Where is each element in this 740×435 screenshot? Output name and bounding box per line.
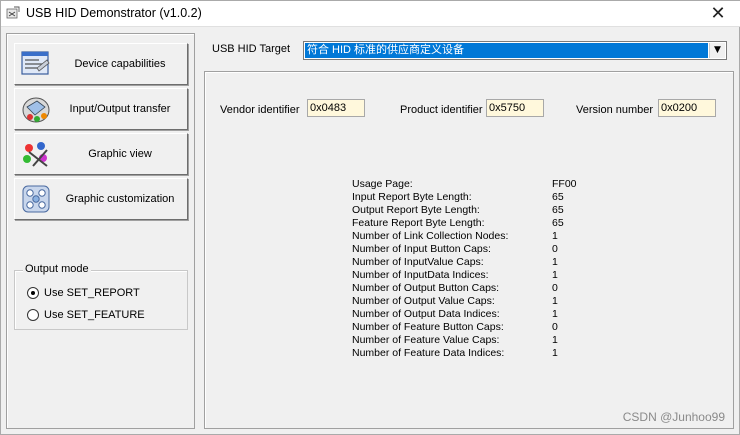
hid-target-selected: 符合 HID 标准的供应商定义设备 — [305, 43, 708, 58]
capability-key: Number of InputData Indices: — [352, 269, 489, 281]
device-capabilities-button[interactable]: Device capabilities — [14, 43, 188, 85]
chevron-down-icon[interactable]: ▼ — [709, 43, 725, 58]
graphic-view-button[interactable]: Graphic view — [14, 133, 188, 175]
capability-row: Usage Page: FF00 — [352, 178, 612, 191]
capability-value: 65 — [552, 191, 564, 203]
capability-row: Number of Output Value Caps: 1 — [352, 295, 612, 308]
app-window: USB HID Demonstrator (v1.0.2) ✕ Device c… — [0, 0, 740, 435]
capability-value: 1 — [552, 269, 558, 281]
navigation-panel: Device capabilities Input/Output transfe… — [6, 33, 195, 429]
capability-row: Number of Output Data Indices: 1 — [352, 308, 612, 321]
input-output-transfer-button[interactable]: Input/Output transfer — [14, 88, 188, 130]
graphic-customization-icon — [22, 185, 50, 213]
capability-key: Usage Page: — [352, 178, 413, 190]
graphic-customization-label: Graphic customization — [65, 193, 175, 205]
graphic-view-icon — [23, 142, 48, 167]
set-feature-radio[interactable] — [27, 309, 39, 321]
title-bar: USB HID Demonstrator (v1.0.2) ✕ — [1, 1, 740, 27]
capability-value: 1 — [552, 308, 558, 320]
hid-target-label: USB HID Target — [212, 43, 291, 55]
capability-key: Number of Input Button Caps: — [352, 243, 491, 255]
capability-key: Number of Output Button Caps: — [352, 282, 500, 294]
set-report-radio[interactable] — [27, 287, 39, 299]
capability-row: Number of Feature Button Caps: 0 — [352, 321, 612, 334]
capability-value: 1 — [552, 295, 558, 307]
capability-value: 65 — [552, 204, 564, 216]
capability-key: Number of Link Collection Nodes: — [352, 230, 509, 242]
capability-key: Input Report Byte Length: — [352, 191, 472, 203]
capability-row: Number of Input Button Caps: 0 — [352, 243, 612, 256]
set-feature-label: Use SET_FEATURE — [44, 309, 145, 321]
capability-value: 1 — [552, 334, 558, 346]
capability-row: Input Report Byte Length: 65 — [352, 191, 612, 204]
capability-key: Output Report Byte Length: — [352, 204, 480, 216]
capability-value: 1 — [552, 230, 558, 242]
capability-row: Number of InputData Indices: 1 — [352, 269, 612, 282]
set-report-option[interactable]: Use SET_REPORT — [27, 285, 140, 301]
set-feature-option[interactable]: Use SET_FEATURE — [27, 307, 145, 323]
hid-target-dropdown[interactable]: 符合 HID 标准的供应商定义设备 ▼ — [303, 41, 727, 60]
product-id-field[interactable]: 0x5750 — [486, 99, 544, 117]
capability-key: Number of Output Data Indices: — [352, 308, 500, 320]
capability-row: Number of Feature Value Caps: 1 — [352, 334, 612, 347]
capability-key: Number of Feature Button Caps: — [352, 321, 504, 333]
device-info-panel: Vendor identifier 0x0483 Product identif… — [204, 71, 734, 429]
output-mode-group: Output mode Use SET_REPORT Use SET_FEATU… — [14, 263, 188, 330]
capability-key: Number of Feature Value Caps: — [352, 334, 500, 346]
set-report-label: Use SET_REPORT — [44, 287, 140, 299]
input-output-transfer-label: Input/Output transfer — [69, 103, 171, 115]
graphic-view-label: Graphic view — [88, 148, 152, 160]
capability-value: FF00 — [552, 178, 577, 190]
version-number-label: Version number — [576, 104, 654, 116]
capability-value: 65 — [552, 217, 564, 229]
device-capabilities-label: Device capabilities — [74, 58, 166, 70]
capability-row: Feature Report Byte Length: 65 — [352, 217, 612, 230]
capability-key: Number of Feature Data Indices: — [352, 347, 505, 359]
capability-row: Output Report Byte Length: 65 — [352, 204, 612, 217]
capability-key: Number of Output Value Caps: — [352, 295, 495, 307]
window-title: USB HID Demonstrator (v1.0.2) — [26, 6, 202, 20]
capability-value: 0 — [552, 282, 558, 294]
capability-value: 0 — [552, 243, 558, 255]
input-output-transfer-icon — [22, 97, 50, 123]
vendor-id-label: Vendor identifier — [220, 104, 300, 116]
app-icon — [6, 6, 20, 19]
graphic-customization-button[interactable]: Graphic customization — [14, 178, 188, 220]
device-capabilities-icon — [21, 51, 50, 75]
capability-key: Feature Report Byte Length: — [352, 217, 485, 229]
capability-value: 1 — [552, 256, 558, 268]
hid-target-bar: USB HID Target 符合 HID 标准的供应商定义设备 ▼ — [204, 38, 734, 62]
close-button[interactable]: ✕ — [695, 1, 740, 27]
product-id-label: Product identifier — [400, 104, 483, 116]
capability-row: Number of Output Button Caps: 0 — [352, 282, 612, 295]
capability-value: 1 — [552, 347, 558, 359]
capability-row: Number of Feature Data Indices: 1 — [352, 347, 612, 360]
watermark: CSDN @Junhoo99 — [622, 410, 725, 424]
capabilities-list: Usage Page: FF00 Input Report Byte Length:… — [352, 178, 612, 360]
capability-row: Number of InputValue Caps: 1 — [352, 256, 612, 269]
output-mode-title: Output mode — [23, 263, 91, 275]
capability-value: 0 — [552, 321, 558, 333]
version-number-field[interactable]: 0x0200 — [658, 99, 716, 117]
vendor-id-field[interactable]: 0x0483 — [307, 99, 365, 117]
capability-row: Number of Link Collection Nodes: 1 — [352, 230, 612, 243]
capability-key: Number of InputValue Caps: — [352, 256, 484, 268]
